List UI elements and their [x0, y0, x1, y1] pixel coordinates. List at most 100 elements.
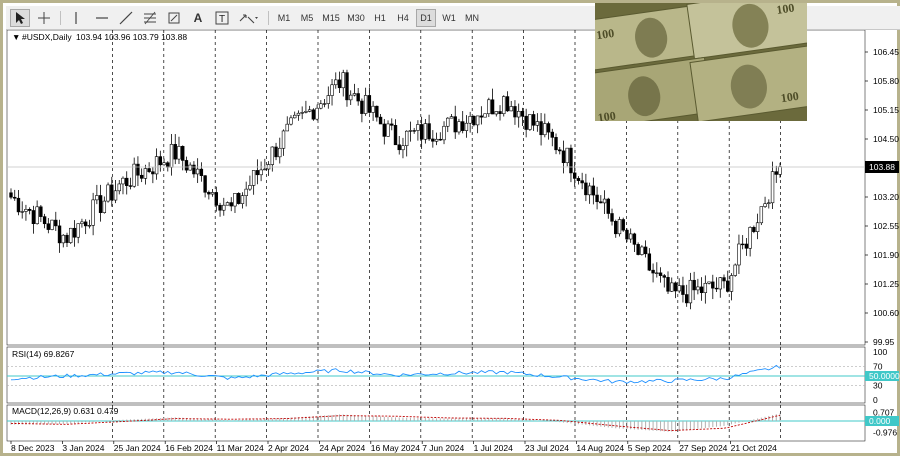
- candle-body: [173, 144, 177, 160]
- candle-body: [91, 199, 95, 226]
- candle-body: [199, 168, 204, 176]
- candle-body: [69, 227, 73, 243]
- candle-body: [128, 185, 133, 187]
- candle-body: [509, 106, 513, 112]
- candle-body: [207, 191, 211, 195]
- x-tick-label: 3 Jan 2024: [62, 443, 104, 453]
- candle-body: [397, 144, 401, 151]
- svg-text:100: 100: [780, 89, 800, 105]
- candle-body: [248, 185, 252, 190]
- chart-window: 106.45 105.80 105.15 104.50 103.20 102.55 101.…: [0, 0, 900, 456]
- timeframe-h1[interactable]: H1: [370, 9, 390, 27]
- candle-body: [767, 202, 771, 205]
- candle-body: [617, 219, 622, 235]
- macd-label: MACD(12,26,9) 0.631 0.479: [12, 406, 119, 416]
- timeframe-w1[interactable]: W1: [439, 9, 459, 27]
- candle-body: [132, 163, 136, 187]
- svg-text:100: 100: [595, 26, 615, 42]
- x-tick-label: 16 Feb 2024: [165, 443, 213, 453]
- trendline-icon[interactable]: [116, 9, 136, 27]
- candle-body: [524, 115, 528, 130]
- candle-body: [386, 123, 390, 137]
- candle-body: [431, 138, 435, 142]
- text-label-icon[interactable]: A: [188, 9, 208, 27]
- symbol-arrow-icon[interactable]: ▼: [12, 32, 20, 42]
- candle-body: [65, 234, 69, 243]
- timeframe-d1[interactable]: D1: [416, 9, 436, 27]
- timeframe-m5[interactable]: M5: [297, 9, 317, 27]
- candle-body: [699, 286, 704, 294]
- candle-body: [487, 99, 491, 115]
- candle-body: [684, 294, 689, 304]
- text-tool-icon[interactable]: T: [212, 9, 232, 27]
- candle-body: [225, 202, 230, 206]
- candle-body: [50, 219, 54, 230]
- candle-body: [203, 175, 207, 193]
- candle-body: [464, 122, 469, 131]
- candle-body: [520, 110, 525, 117]
- candle-body: [102, 200, 107, 213]
- timeframe-m15[interactable]: M15: [320, 9, 342, 27]
- candle-body: [121, 177, 125, 185]
- y-tick-label: 102.55: [873, 221, 899, 231]
- candle-body: [334, 79, 338, 86]
- ohlc-label: 103.94 103.96 103.79 103.88: [76, 32, 187, 42]
- candle-body: [640, 246, 644, 255]
- candle-body: [177, 146, 181, 160]
- crosshair-icon[interactable]: [34, 9, 54, 27]
- candle-body: [718, 277, 722, 290]
- candle-body: [655, 272, 659, 274]
- svg-text:100: 100: [597, 108, 617, 121]
- candle-body: [528, 114, 532, 130]
- macd-zero-label: 0.000: [869, 416, 891, 426]
- timeframe-m1[interactable]: M1: [274, 9, 294, 27]
- candle-body: [222, 204, 226, 211]
- candle-body: [113, 190, 118, 201]
- candle-body: [744, 243, 749, 249]
- candle-body: [636, 244, 640, 255]
- candle-body: [662, 275, 666, 278]
- vertical-line-icon[interactable]: [66, 9, 86, 27]
- arrows-icon[interactable]: [236, 9, 262, 27]
- timeframe-h4[interactable]: H4: [393, 9, 413, 27]
- svg-text:T: T: [219, 14, 225, 25]
- candle-body: [408, 130, 413, 132]
- candle-body: [434, 138, 439, 142]
- candle-body: [255, 170, 260, 176]
- candle-body: [136, 163, 140, 176]
- candle-body: [371, 105, 375, 113]
- candle-body: [737, 243, 741, 266]
- candle-body: [558, 149, 562, 152]
- candle-body: [453, 116, 457, 133]
- fibonacci-icon[interactable]: [140, 9, 160, 27]
- candle-body: [158, 156, 163, 166]
- candle-body: [367, 95, 372, 113]
- candle-body: [356, 93, 360, 102]
- y-tick-label: 101.25: [873, 279, 899, 289]
- candle-body: [412, 130, 416, 132]
- candle-body: [251, 170, 256, 186]
- candle-body: [35, 206, 39, 225]
- candle-body: [214, 192, 219, 206]
- timeframe-m30[interactable]: M30: [345, 9, 367, 27]
- candle-body: [278, 147, 282, 158]
- macd-panel[interactable]: [6, 404, 866, 442]
- x-tick-label: 8 Dec 2023: [11, 443, 55, 453]
- cursor-icon[interactable]: [10, 9, 30, 27]
- channel-icon[interactable]: [164, 9, 184, 27]
- macd-tick-label: -0.976: [873, 428, 897, 438]
- price-axis: 106.45 105.80 105.15 104.50 103.20 102.55 101.…: [865, 47, 900, 438]
- candle-body: [404, 130, 409, 146]
- rsi-tick-label: 70: [873, 361, 883, 371]
- candle-body: [729, 275, 734, 292]
- candle-body: [27, 209, 32, 211]
- horizontal-line-icon[interactable]: [92, 9, 112, 27]
- x-tick-label: 11 Mar 2024: [217, 443, 264, 453]
- candle-body: [595, 194, 599, 203]
- candle-body: [490, 99, 495, 115]
- candle-body: [315, 107, 319, 120]
- candle-body: [382, 123, 387, 137]
- candle-body: [632, 233, 637, 245]
- timeframe-mn[interactable]: MN: [462, 9, 482, 27]
- candle-body: [748, 227, 752, 249]
